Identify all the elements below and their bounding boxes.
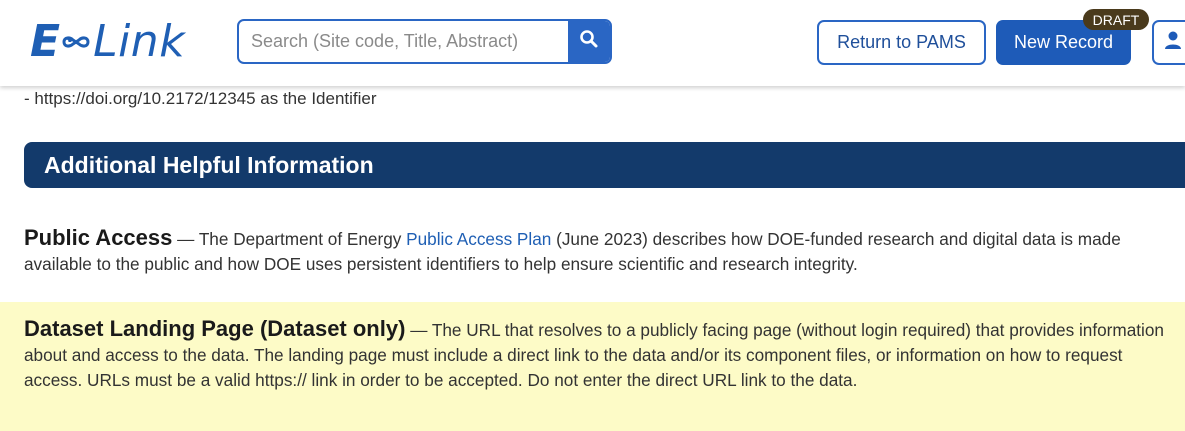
logo-link: Link [93,16,186,67]
public-access-plan-link[interactable]: Public Access Plan [406,229,551,249]
return-to-pams-button[interactable]: Return to PAMS [817,20,986,65]
landing-page-paragraph: Dataset Landing Page (Dataset only) — Th… [24,316,1184,393]
search-icon [579,29,599,54]
public-access-separator: — [172,229,199,249]
section-header: Additional Helpful Information [24,142,1185,188]
search-button[interactable] [568,21,610,62]
landing-page-separator: — [405,320,432,340]
top-header: E Link Return to PAMS New Record DRAFT [0,0,1185,86]
logo-e: E [30,16,61,67]
section-title: Additional Helpful Information [44,151,374,178]
search-input[interactable] [239,21,568,62]
elink-logo[interactable]: E Link [30,14,185,70]
search-box [237,19,612,64]
user-icon [1164,30,1182,55]
public-access-text-before: The Department of Energy [198,229,407,249]
public-access-paragraph: Public Access — The Department of Energy… [24,225,1184,277]
public-access-term: Public Access [24,225,173,250]
infinity-logo-icon [61,30,91,54]
landing-page-term: Dataset Landing Page (Dataset only) [24,316,406,341]
user-menu-button[interactable] [1152,20,1185,65]
draft-badge: DRAFT [1083,9,1149,30]
doi-identifier-line: - https://doi.org/10.2172/12345 as the I… [24,89,377,108]
